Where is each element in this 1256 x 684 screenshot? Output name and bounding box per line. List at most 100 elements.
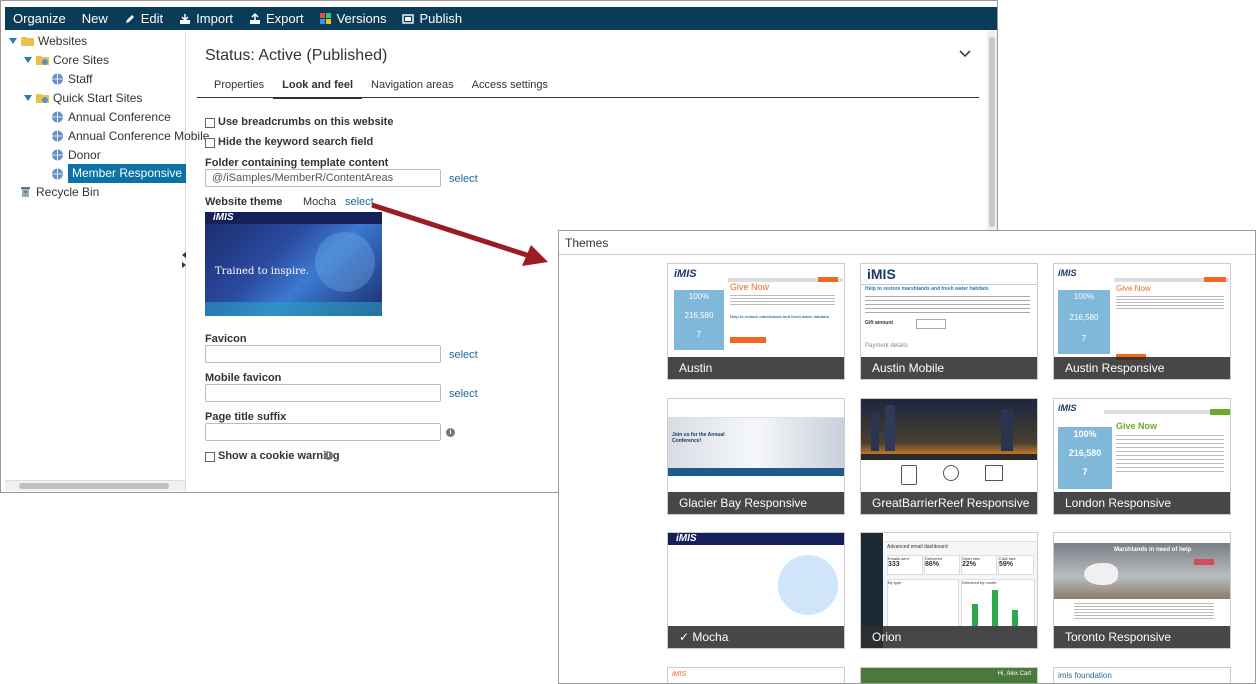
- tree-item-recycle-bin[interactable]: Recycle Bin: [19, 183, 99, 200]
- theme-card-mocha[interactable]: iMIS Trained to inspire. ✓ Mocha: [667, 532, 845, 649]
- tree-item-staff[interactable]: Staff: [51, 70, 92, 87]
- theme-card-caption: Glacier Bay Responsive: [668, 492, 844, 514]
- breadcrumbs-checkbox[interactable]: [205, 118, 215, 128]
- divider: [861, 284, 1037, 285]
- orion-kpi-value: 59%: [999, 561, 1014, 568]
- publish-button[interactable]: Publish: [394, 7, 470, 30]
- tab-properties[interactable]: Properties: [205, 77, 273, 97]
- tree-label: Core Sites: [53, 52, 110, 67]
- tree-item-annual-conference[interactable]: Annual Conference: [51, 108, 171, 125]
- tab-navigation-areas[interactable]: Navigation areas: [362, 77, 463, 97]
- theme-select-link[interactable]: select: [345, 196, 374, 208]
- theme-preview-image: iMIS Trained to inspire.: [205, 212, 382, 316]
- london-donate-tab: [1210, 409, 1230, 415]
- folder-select-link[interactable]: select: [449, 173, 478, 185]
- tree-item-websites[interactable]: Websites: [9, 32, 87, 49]
- glacier-banner: Join us for the Annual Conference!: [672, 432, 725, 444]
- themes-title: Themes: [565, 236, 609, 250]
- folder-input[interactable]: @/iSamples/MemberR/ContentAreas: [205, 169, 441, 187]
- theme-card-austin-responsive[interactable]: iMIS 100% 216,580 7 Give Now Austin Resp…: [1053, 263, 1231, 380]
- edit-label: Edit: [140, 11, 164, 26]
- theme-card-toronto-responsive[interactable]: Marshlands in need of help Toronto Respo…: [1053, 532, 1231, 649]
- new-button[interactable]: New: [74, 7, 116, 30]
- preview-logo: iMIS: [213, 212, 234, 223]
- london-give-now: Give Now: [1116, 421, 1158, 431]
- cookie-warning-checkbox[interactable]: [205, 452, 215, 462]
- publish-label: Publish: [419, 11, 463, 26]
- tree-item-donor[interactable]: Donor: [51, 146, 101, 163]
- tab-look-and-feel[interactable]: Look and feel: [273, 77, 363, 99]
- hide-search-checkbox[interactable]: [205, 138, 215, 148]
- mobile-favicon-label: Mobile favicon: [205, 372, 282, 384]
- theme-card-greatbarrierreef-responsive[interactable]: GreatBarrierReef Responsive: [860, 398, 1038, 515]
- toolbar: Organize New Edit Import Export Versions…: [5, 7, 997, 30]
- austin-stats-panel: 100% 216,580 7: [674, 290, 724, 350]
- theme-card-london-responsive[interactable]: iMIS 100% 216,580 7 Give Now London Resp…: [1053, 398, 1231, 515]
- theme-card-austin[interactable]: iMIS 100% 216,580 7 Give Now Help to res…: [667, 263, 845, 380]
- favicon-input[interactable]: [205, 345, 441, 363]
- austin-stat-2: 216,580: [684, 311, 714, 320]
- tree-item-core-sites[interactable]: Core Sites: [24, 51, 109, 68]
- export-label: Export: [266, 11, 304, 26]
- preview-audience-graphic: [315, 232, 375, 292]
- austin-mobile-logo: iMIS: [867, 266, 896, 282]
- tab-access-settings[interactable]: Access settings: [463, 77, 557, 97]
- theme-card-partial[interactable]: Hi, Alex Cart: [860, 667, 1038, 683]
- edit-button[interactable]: Edit: [116, 7, 171, 30]
- theme-card-partial[interactable]: iMIS: [667, 667, 845, 683]
- page-title-suffix-input[interactable]: [205, 423, 441, 441]
- favicon-select-link[interactable]: select: [449, 349, 478, 361]
- theme-card-austin-mobile[interactable]: iMIS Help to restore marshlands and fres…: [860, 263, 1038, 380]
- mobile-favicon-select-link[interactable]: select: [449, 388, 478, 400]
- expand-arrow-icon[interactable]: [24, 56, 32, 64]
- hide-search-label: Hide the keyword search field: [218, 136, 374, 148]
- london-stat-2: 216,580: [1068, 448, 1102, 458]
- tree-label-selected: Member Responsive: [68, 164, 187, 183]
- theme-card-caption: Orion: [861, 626, 1037, 648]
- chevron-down-icon[interactable]: [959, 49, 971, 59]
- expand-arrow-icon[interactable]: [24, 94, 32, 102]
- mocha-audience-graphic: [778, 555, 838, 615]
- theme-card-glacier-bay-responsive[interactable]: Join us for the Annual Conference! Glaci…: [667, 398, 845, 515]
- orion-by-type-chart: By type: [887, 579, 959, 629]
- scrollbar-thumb[interactable]: [19, 483, 169, 489]
- toronto-bird: [1084, 563, 1118, 585]
- tree-item-quick-start-sites[interactable]: Quick Start Sites: [24, 89, 142, 106]
- versions-button[interactable]: Versions: [312, 7, 395, 30]
- orion-kpi-value: 333: [888, 561, 900, 568]
- theme-label: Website theme: [205, 196, 283, 208]
- import-button[interactable]: Import: [171, 7, 241, 30]
- theme-value: Mocha: [303, 196, 337, 208]
- scrollbar-thumb[interactable]: [989, 37, 995, 227]
- expand-arrow-icon[interactable]: [9, 37, 17, 45]
- gbr-tower: [885, 405, 895, 451]
- page-title-suffix-label: Page title suffix: [205, 411, 287, 423]
- tree-horizontal-scrollbar[interactable]: [5, 480, 185, 491]
- mobile-favicon-input[interactable]: [205, 384, 441, 402]
- orion-kpi-delivered: Delivered 86%: [924, 555, 960, 575]
- splitter-handle-icon[interactable]: [182, 250, 186, 270]
- theme-card-partial[interactable]: imis foundation: [1053, 667, 1231, 683]
- cookie-warning-label: Show a cookie warning: [218, 450, 340, 462]
- glacier-band: [668, 468, 844, 476]
- tree-label: Recycle Bin: [36, 184, 100, 199]
- gbr-tower: [871, 413, 879, 451]
- folder-globe-icon: [36, 93, 49, 103]
- import-icon: [180, 13, 191, 24]
- preview-headline: Trained to inspire.: [215, 266, 310, 277]
- tree-item-annual-conference-mobile[interactable]: Annual Conference Mobile: [51, 127, 209, 144]
- gbr-monitor-icon: [985, 465, 1003, 481]
- info-icon[interactable]: i: [324, 451, 333, 460]
- info-icon[interactable]: i: [446, 428, 455, 437]
- orion-kpi-value: 86%: [925, 561, 940, 568]
- export-button[interactable]: Export: [241, 7, 312, 30]
- austin-responsive-stat-2: 216,580: [1069, 313, 1099, 322]
- austin-responsive-stats: 100% 216,580 7: [1058, 290, 1110, 354]
- organize-button[interactable]: Organize: [5, 7, 74, 30]
- orion-header: [883, 533, 1037, 542]
- breadcrumbs-label: Use breadcrumbs on this website: [218, 116, 394, 128]
- theme-card-orion[interactable]: Advanced email dashboard Emails sent 333 …: [860, 532, 1038, 649]
- tree-label: Quick Start Sites: [53, 90, 143, 105]
- tree-item-member-responsive[interactable]: Member Responsive: [51, 164, 187, 183]
- website-icon: [52, 111, 63, 122]
